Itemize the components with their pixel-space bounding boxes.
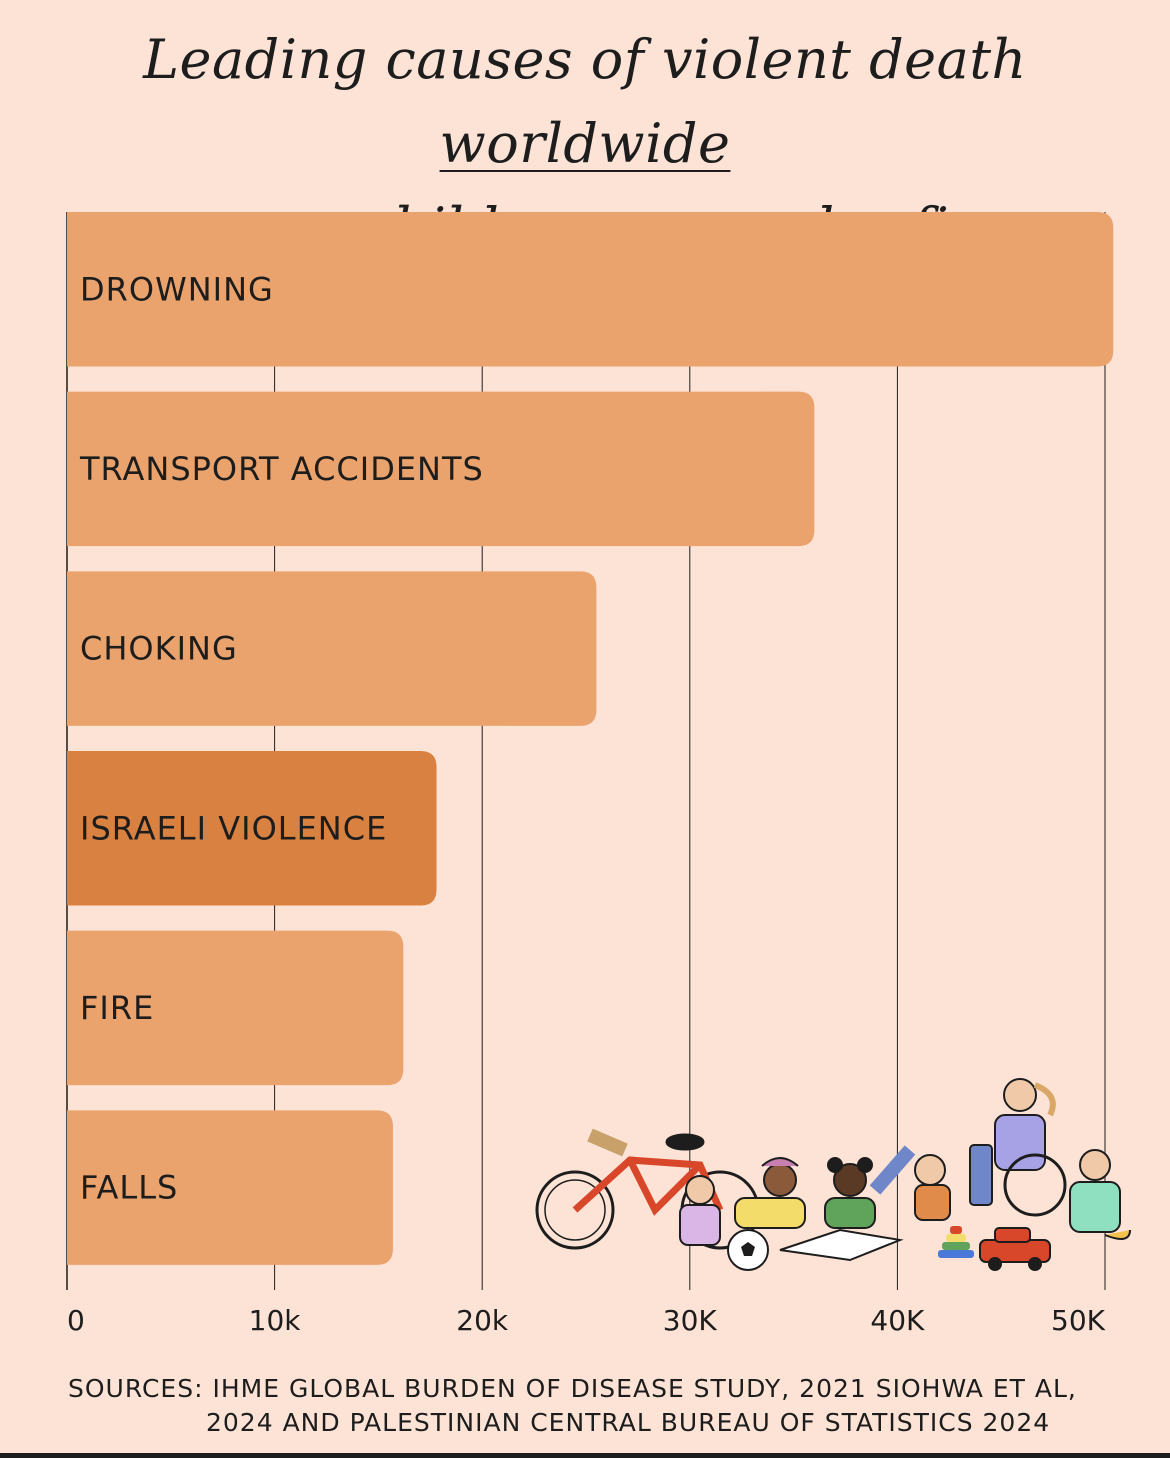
bar-label: FIRE bbox=[80, 989, 154, 1027]
x-tick-label: 50K bbox=[1051, 1304, 1106, 1337]
sources-note: SOURCES: IHME GLOBAL BURDEN OF DISEASE S… bbox=[68, 1372, 1128, 1440]
bar-label: CHOKING bbox=[80, 630, 238, 668]
bar-label: ISRAELI VIOLENCE bbox=[80, 809, 387, 847]
sources-line-1: SOURCES: IHME GLOBAL BURDEN OF DISEASE S… bbox=[68, 1374, 1077, 1403]
toy-car-icon bbox=[979, 1227, 1051, 1271]
children-illustration bbox=[535, 1078, 1131, 1271]
sources-line-2: 2024 AND PALESTINIAN CENTRAL BUREAU OF S… bbox=[206, 1408, 1051, 1437]
children-icon bbox=[679, 1078, 1131, 1246]
soccer-ball-icon bbox=[727, 1229, 769, 1271]
book-icon bbox=[779, 1228, 904, 1262]
x-tick-label: 0 bbox=[67, 1304, 85, 1337]
bicycle-icon bbox=[535, 1128, 760, 1250]
bar-label: DROWNING bbox=[80, 270, 274, 308]
x-tick-label: 10k bbox=[249, 1304, 302, 1337]
stacking-rings-icon bbox=[938, 1226, 974, 1258]
bar-label: FALLS bbox=[80, 1169, 178, 1207]
bar-label: TRANSPORT ACCIDENTS bbox=[79, 450, 484, 488]
x-tick-label: 30K bbox=[663, 1304, 718, 1337]
x-tick-label: 20k bbox=[456, 1304, 509, 1337]
x-tick-label: 40K bbox=[870, 1304, 925, 1337]
bottom-rule bbox=[0, 1453, 1170, 1458]
